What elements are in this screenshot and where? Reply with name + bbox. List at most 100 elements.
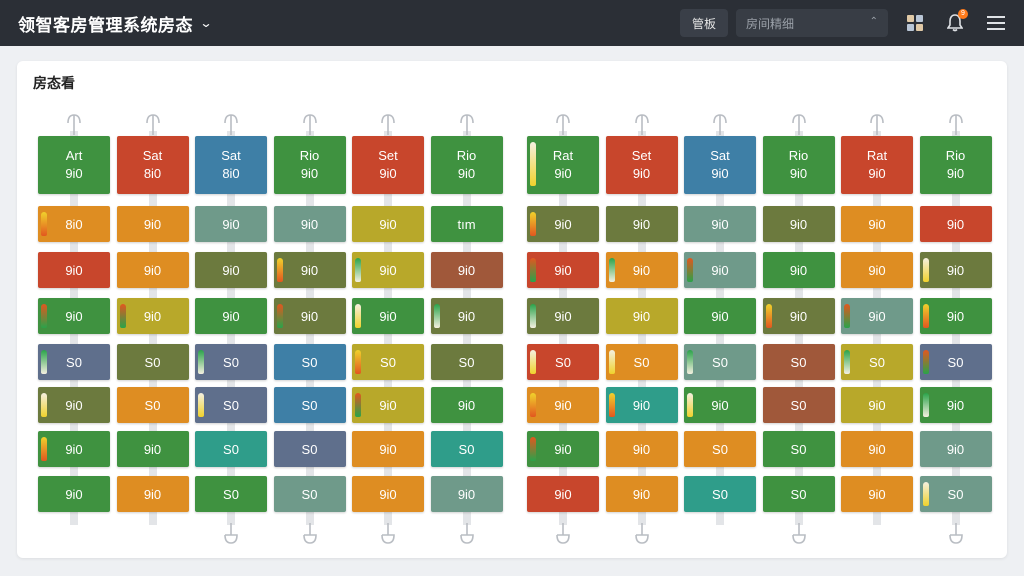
room-tile[interactable]: S0 (841, 344, 913, 380)
room-tile[interactable]: S0 (762, 344, 835, 380)
room-tile[interactable]: S0 (684, 344, 756, 380)
room-header-tile[interactable]: Sat 8i0 (116, 136, 189, 194)
room-tile[interactable]: S0 (195, 344, 267, 380)
room-header-tile[interactable]: Rat 9i0 (527, 136, 599, 194)
room-tile[interactable]: 9i0 (116, 206, 189, 242)
room-tile[interactable]: 9i0 (919, 206, 992, 242)
chevron-down-icon[interactable]: ⌄ (199, 16, 212, 30)
room-tile[interactable]: 9i0 (841, 298, 913, 334)
room-tile[interactable]: 9i0 (605, 476, 678, 512)
menu-icon[interactable] (986, 13, 1006, 33)
room-tile[interactable]: 9i0 (605, 431, 678, 467)
room-tile[interactable]: 9i0 (273, 252, 346, 288)
room-tile[interactable]: 9i0 (605, 387, 678, 423)
room-tile[interactable]: 9i0 (352, 431, 424, 467)
room-tile[interactable]: 9i0 (841, 206, 913, 242)
room-tile[interactable]: 8i0 (38, 206, 110, 242)
room-tile[interactable]: S0 (762, 476, 835, 512)
room-header-tile[interactable]: Rio 9i0 (919, 136, 992, 194)
view-toggle-button[interactable]: 管板 (680, 9, 728, 37)
room-tile[interactable]: S0 (195, 387, 267, 423)
room-tile[interactable]: 9i0 (195, 206, 267, 242)
room-tile[interactable]: 9i0 (195, 252, 267, 288)
room-tile[interactable]: 9i0 (430, 298, 503, 334)
room-tile[interactable]: 9i0 (684, 387, 756, 423)
room-tile[interactable]: 9i0 (527, 206, 599, 242)
room-tile[interactable]: 9i0 (116, 431, 189, 467)
room-tile[interactable]: 9i0 (195, 298, 267, 334)
room-tile[interactable]: 9i0 (605, 206, 678, 242)
room-tile[interactable]: S0 (273, 387, 346, 423)
room-tile[interactable]: 9i0 (352, 476, 424, 512)
room-header-tile[interactable]: Rio 9i0 (430, 136, 503, 194)
room-tile[interactable]: S0 (430, 431, 503, 467)
room-tile[interactable]: S0 (605, 344, 678, 380)
room-header-tile[interactable]: Rat 9i0 (841, 136, 913, 194)
room-tile[interactable]: 9i0 (527, 387, 599, 423)
room-tile[interactable]: 9i0 (430, 476, 503, 512)
room-tile[interactable]: 9i0 (841, 252, 913, 288)
room-tile[interactable]: S0 (116, 387, 189, 423)
room-tile[interactable]: 9i0 (841, 387, 913, 423)
room-tile[interactable]: 9i0 (352, 387, 424, 423)
room-tile[interactable]: S0 (684, 476, 756, 512)
room-tile[interactable]: 9i0 (527, 298, 599, 334)
room-tile[interactable]: S0 (273, 431, 346, 467)
room-header-tile[interactable]: Art 9i0 (38, 136, 110, 194)
room-tile[interactable]: 9i0 (919, 298, 992, 334)
room-tile[interactable]: tım (430, 206, 503, 242)
room-tile[interactable]: 9i0 (684, 252, 756, 288)
room-tile[interactable]: S0 (430, 344, 503, 380)
room-tile[interactable]: 9i0 (684, 298, 756, 334)
room-tile[interactable]: 9i0 (38, 252, 110, 288)
room-tile[interactable]: 9i0 (116, 476, 189, 512)
room-tile[interactable]: 9i0 (430, 252, 503, 288)
room-header-tile[interactable]: Rio 9i0 (762, 136, 835, 194)
room-tile[interactable]: S0 (38, 344, 110, 380)
room-tile[interactable]: 9i0 (38, 431, 110, 467)
room-tile[interactable]: 9i0 (527, 476, 599, 512)
room-tile[interactable]: S0 (684, 431, 756, 467)
room-tile[interactable]: S0 (762, 387, 835, 423)
room-header-tile[interactable]: Set 9i0 (352, 136, 424, 194)
room-tile[interactable]: 9i0 (919, 252, 992, 288)
room-header-tile[interactable]: Sat 8i0 (195, 136, 267, 194)
room-tile[interactable]: 9i0 (352, 206, 424, 242)
room-tile[interactable]: S0 (273, 476, 346, 512)
room-tile[interactable]: 9i0 (38, 387, 110, 423)
room-tile[interactable]: 9i0 (841, 431, 913, 467)
bell-icon[interactable]: 9 (945, 9, 968, 33)
room-tile[interactable]: 9i0 (352, 298, 424, 334)
room-tile[interactable]: 9i0 (273, 206, 346, 242)
room-header-tile[interactable]: Sat 9i0 (684, 136, 756, 194)
room-tile[interactable]: 9i0 (605, 298, 678, 334)
room-tile[interactable]: 9i0 (762, 252, 835, 288)
room-tile[interactable]: S0 (352, 344, 424, 380)
room-tile[interactable]: 9i0 (430, 387, 503, 423)
room-tile[interactable]: 9i0 (841, 476, 913, 512)
room-tile[interactable]: 9i0 (38, 476, 110, 512)
room-tile[interactable]: 9i0 (116, 298, 189, 334)
room-tile[interactable]: S0 (527, 344, 599, 380)
room-tile[interactable]: S0 (195, 431, 267, 467)
room-tile[interactable]: 9i0 (116, 252, 189, 288)
room-tile[interactable]: 9i0 (352, 252, 424, 288)
room-filter-select[interactable]: 房间精细 ⌃ (736, 9, 888, 37)
room-tile[interactable]: S0 (116, 344, 189, 380)
room-tile[interactable]: 9i0 (605, 252, 678, 288)
grid-icon[interactable] (905, 13, 925, 33)
room-tile[interactable]: 9i0 (38, 298, 110, 334)
room-header-tile[interactable]: Set 9i0 (605, 136, 678, 194)
room-tile[interactable]: S0 (195, 476, 267, 512)
room-tile[interactable]: 9i0 (762, 206, 835, 242)
room-tile[interactable]: S0 (919, 344, 992, 380)
room-tile[interactable]: 9i0 (527, 252, 599, 288)
room-tile[interactable]: S0 (919, 476, 992, 512)
room-tile[interactable]: S0 (762, 431, 835, 467)
room-header-tile[interactable]: Rio 9i0 (273, 136, 346, 194)
room-tile[interactable]: 9i0 (919, 431, 992, 467)
room-tile[interactable]: 9i0 (762, 298, 835, 334)
room-tile[interactable]: 9i0 (527, 431, 599, 467)
room-tile[interactable]: 9i0 (919, 387, 992, 423)
room-tile[interactable]: 9i0 (684, 206, 756, 242)
